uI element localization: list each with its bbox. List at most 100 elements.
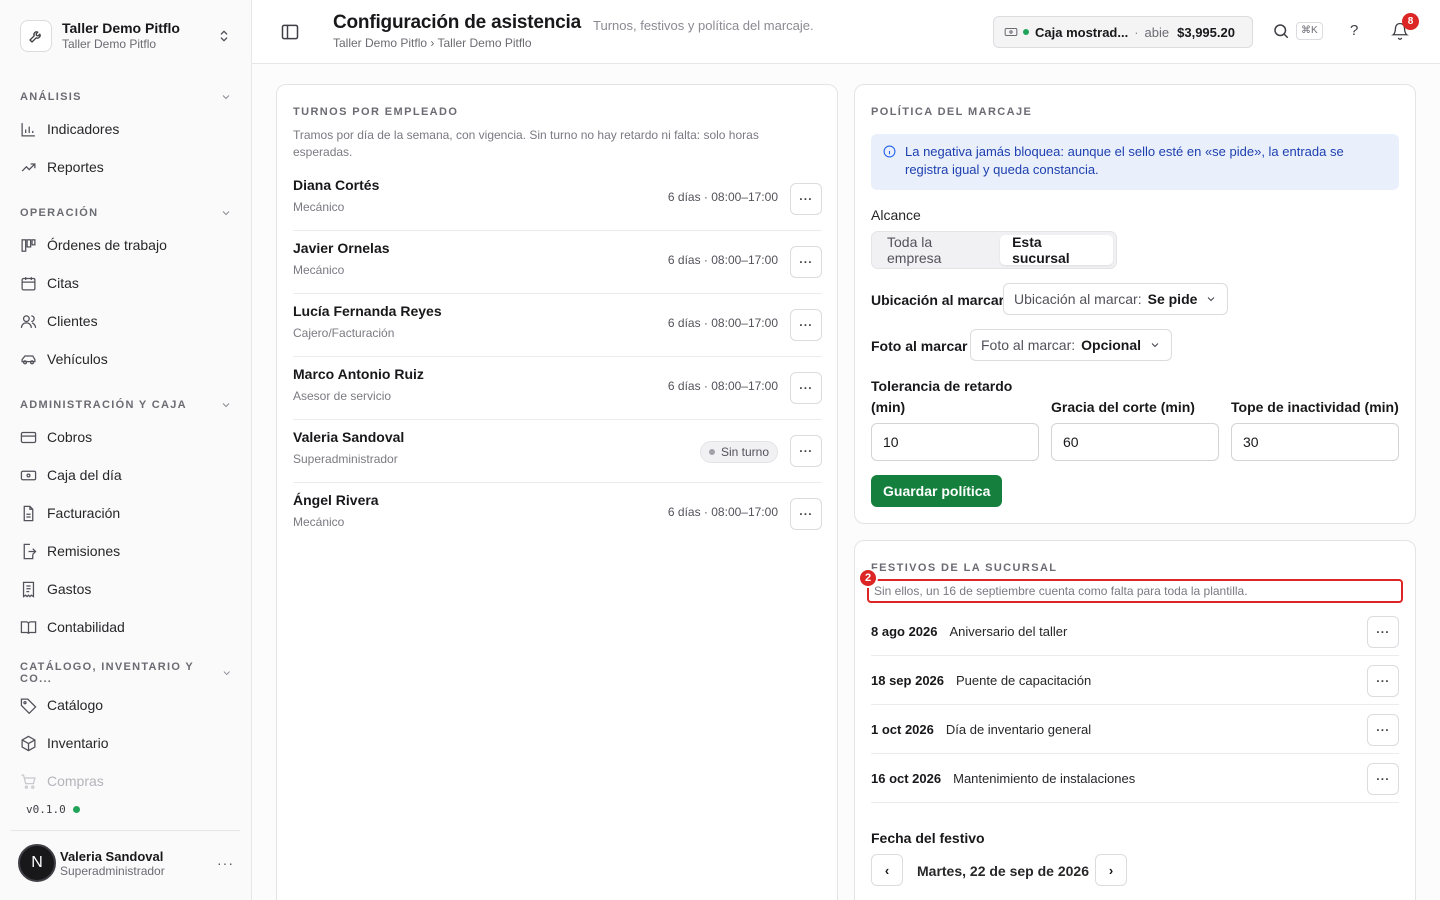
employee-name: Ángel Rivera bbox=[293, 492, 379, 508]
row-actions-button[interactable]: ··· bbox=[790, 309, 822, 341]
book-open-icon bbox=[20, 620, 37, 634]
row-actions-button[interactable]: ··· bbox=[790, 372, 822, 404]
employee-schedule: 6 días · 08:00–17:00 bbox=[667, 505, 778, 519]
scope-label: Alcance bbox=[871, 207, 921, 223]
nav-item-contabilidad[interactable]: Contabilidad bbox=[10, 608, 242, 646]
nav-item-reportes[interactable]: Reportes bbox=[10, 148, 242, 186]
employee-role: Cajero/Facturación bbox=[293, 326, 395, 340]
nav-item-catalogo[interactable]: Catálogo bbox=[10, 686, 242, 724]
nav-item-caja[interactable]: Caja del día bbox=[10, 456, 242, 494]
help-icon[interactable]: ? bbox=[1350, 22, 1358, 39]
nav-item-cobros[interactable]: Cobros bbox=[10, 418, 242, 456]
row-actions-button[interactable]: ··· bbox=[1367, 616, 1399, 648]
nav-item-gastos[interactable]: Gastos bbox=[10, 570, 242, 608]
nav-section-analisis: ANÁLISIS Indicadores Reportes bbox=[10, 84, 242, 186]
org-subtitle: Taller Demo Pitflo bbox=[62, 37, 157, 51]
row-actions-button[interactable]: ··· bbox=[790, 435, 822, 467]
nav-item-remisiones[interactable]: Remisiones bbox=[10, 532, 242, 570]
tolerance-input[interactable] bbox=[871, 423, 1039, 461]
shifts-card: TURNOS POR EMPLEADO Tramos por día de la… bbox=[276, 84, 838, 900]
divider bbox=[10, 830, 240, 831]
wrench-icon bbox=[20, 20, 52, 52]
row-actions-button[interactable]: ··· bbox=[790, 183, 822, 215]
scope-option-branch[interactable]: Esta sucursal bbox=[1000, 234, 1113, 266]
search-icon[interactable] bbox=[1272, 22, 1290, 40]
shopping-cart-icon bbox=[21, 773, 36, 789]
file-text-icon bbox=[23, 505, 34, 521]
employee-row: Lucía Fernanda Reyes Cajero/Facturación … bbox=[293, 294, 822, 357]
annotation-marker: 2 bbox=[858, 568, 878, 588]
holiday-row: 18 sep 2026 Puente de capacitación ··· bbox=[871, 656, 1399, 705]
notification-badge: 8 bbox=[1402, 13, 1419, 30]
user-menu[interactable]: N Valeria Sandoval Superadministrador ··… bbox=[10, 840, 242, 886]
nav-section-catalogo: CATÁLOGO, INVENTARIO Y CO... Catálogo In… bbox=[10, 660, 242, 800]
holidays-description: Sin ellos, un 16 de septiembre cuenta co… bbox=[867, 579, 1403, 603]
prev-date-button[interactable]: ‹ bbox=[871, 854, 903, 886]
photo-label: Foto al marcar bbox=[871, 338, 968, 354]
nav-item-inventario[interactable]: Inventario bbox=[10, 724, 242, 762]
employee-row: Valeria Sandoval Superadministrador Sin … bbox=[293, 420, 822, 483]
nav-section-administracion: ADMINISTRACIÓN Y CAJA Cobros Caja del dí… bbox=[10, 392, 242, 646]
grace-label: Gracia del corte (min) bbox=[1051, 399, 1195, 415]
cash-register-state: abie bbox=[1144, 24, 1170, 40]
policy-card: POLÍTICA DEL MARCAJE La negativa jamás b… bbox=[854, 84, 1416, 524]
nav-section-operacion: OPERACIÓN Órdenes de trabajo Citas Clien… bbox=[10, 200, 242, 378]
employee-row: Diana Cortés Mecánico 6 días · 08:00–17:… bbox=[293, 168, 822, 231]
holiday-date: 18 sep 2026 bbox=[871, 672, 945, 688]
chevron-down-icon bbox=[222, 211, 230, 216]
receipt-icon bbox=[22, 581, 35, 598]
nav-item-citas[interactable]: Citas bbox=[10, 264, 242, 302]
kanban-icon bbox=[21, 238, 36, 252]
employee-row: Ángel Rivera Mecánico 6 días · 08:00–17:… bbox=[293, 483, 822, 546]
banknote-icon bbox=[1004, 27, 1018, 37]
sidebar-toggle-icon[interactable] bbox=[280, 22, 300, 42]
nav-item-vehiculos[interactable]: Vehículos bbox=[10, 340, 242, 378]
nav-item-compras[interactable]: Compras bbox=[10, 762, 242, 800]
section-header[interactable]: OPERACIÓN bbox=[10, 200, 242, 226]
location-select[interactable]: Ubicación al marcar: Se pide bbox=[1003, 283, 1229, 315]
more-horizontal-icon[interactable]: ··· bbox=[217, 855, 234, 871]
holiday-date: 8 ago 2026 bbox=[871, 623, 938, 639]
cash-register-button[interactable]: Caja mostrad... · abie $3,995.20 bbox=[993, 16, 1253, 48]
holiday-name: Puente de capacitación bbox=[956, 672, 1092, 688]
chevron-down-icon bbox=[222, 95, 230, 100]
status-dot bbox=[1023, 29, 1029, 35]
holiday-row: 8 ago 2026 Aniversario del taller ··· bbox=[871, 607, 1399, 656]
avatar: N bbox=[18, 844, 56, 882]
nav-item-facturacion[interactable]: Facturación bbox=[10, 494, 242, 532]
employee-role: Mecánico bbox=[293, 515, 345, 529]
holiday-row: 16 oct 2026 Mantenimiento de instalacion… bbox=[871, 754, 1399, 803]
employee-row: Marco Antonio Ruiz Asesor de servicio 6 … bbox=[293, 357, 822, 420]
employee-row: Javier Ornelas Mecánico 6 días · 08:00–1… bbox=[293, 231, 822, 294]
nav-item-indicadores[interactable]: Indicadores bbox=[10, 110, 242, 148]
save-policy-button[interactable]: Guardar política bbox=[871, 475, 1003, 507]
row-actions-button[interactable]: ··· bbox=[790, 246, 822, 278]
cash-register-amount: $3,995.20 bbox=[1177, 24, 1235, 40]
section-header[interactable]: ANÁLISIS bbox=[10, 84, 242, 110]
scope-option-company[interactable]: Toda la empresa bbox=[875, 234, 1000, 266]
status-dot bbox=[72, 806, 80, 813]
breadcrumb[interactable]: Taller Demo Pitflo › Taller Demo Pitflo bbox=[333, 36, 532, 50]
tolerance-label-unit: (min) bbox=[871, 399, 906, 415]
next-date-button[interactable]: › bbox=[1095, 854, 1127, 886]
row-actions-button[interactable]: ··· bbox=[790, 498, 822, 530]
holiday-name: Aniversario del taller bbox=[949, 623, 1068, 639]
employee-schedule: 6 días · 08:00–17:00 bbox=[667, 253, 778, 267]
chevron-down-icon bbox=[1151, 343, 1159, 348]
nav-item-clientes[interactable]: Clientes bbox=[10, 302, 242, 340]
row-actions-button[interactable]: ··· bbox=[1367, 714, 1399, 746]
grace-input[interactable] bbox=[1051, 423, 1219, 461]
nav-item-ordenes[interactable]: Órdenes de trabajo bbox=[10, 226, 242, 264]
section-header[interactable]: ADMINISTRACIÓN Y CAJA bbox=[10, 392, 242, 418]
org-name: Taller Demo Pitflo bbox=[62, 20, 180, 36]
holiday-date-value: Martes, 22 de sep de 2026 bbox=[917, 863, 1089, 879]
employee-name: Valeria Sandoval bbox=[293, 429, 405, 445]
section-header[interactable]: CATÁLOGO, INVENTARIO Y CO... bbox=[10, 660, 242, 686]
row-actions-button[interactable]: ··· bbox=[1367, 763, 1399, 795]
org-switcher[interactable]: Taller Demo Pitflo Taller Demo Pitflo bbox=[10, 10, 242, 62]
row-actions-button[interactable]: ··· bbox=[1367, 665, 1399, 697]
photo-select[interactable]: Foto al marcar: Opcional bbox=[970, 329, 1173, 361]
inactivity-input[interactable] bbox=[1231, 423, 1399, 461]
holiday-date: 16 oct 2026 bbox=[871, 770, 942, 786]
chevron-down-icon bbox=[222, 403, 230, 408]
